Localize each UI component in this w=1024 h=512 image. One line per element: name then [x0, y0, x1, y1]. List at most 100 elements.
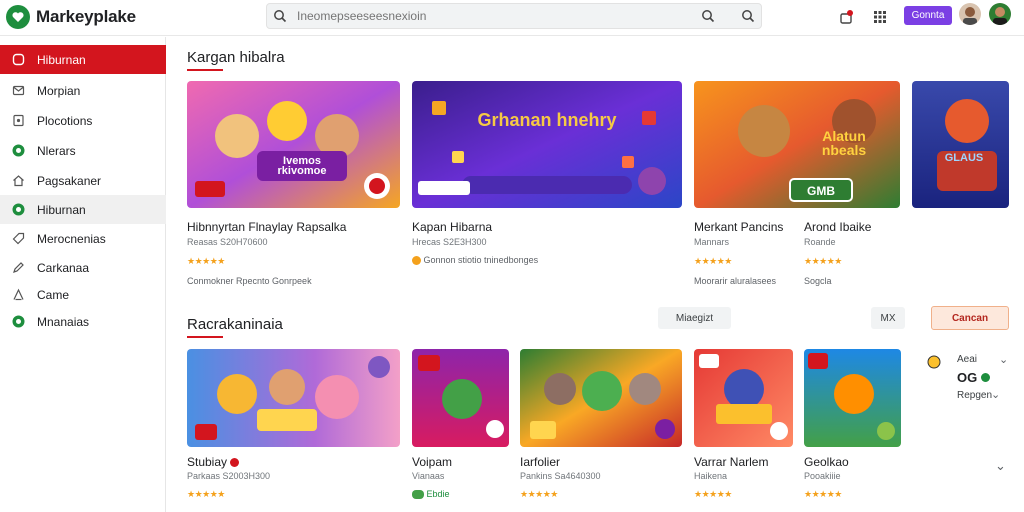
game-thumbnail: [804, 349, 901, 447]
search-input[interactable]: [293, 4, 695, 28]
game-title: Varrar Narlem: [694, 455, 769, 469]
game-meta: Pankins Sa4640300: [520, 471, 601, 481]
avatar[interactable]: [959, 3, 981, 25]
game-meta: Reasas S20H70600: [187, 237, 268, 247]
search-submit-icon[interactable]: [695, 3, 721, 29]
game-card[interactable]: Ivemos rkivomoe Hibnnyrtan Flnaylay Raps…: [187, 81, 400, 291]
chevron-down-icon[interactable]: ⌄: [995, 458, 1006, 474]
panel-label: Aeai: [957, 354, 978, 365]
game-thumbnail: [412, 349, 509, 447]
game-thumbnail: [694, 349, 793, 447]
thumbnail-title: Ivemos rkivomoe: [277, 155, 327, 177]
sidebar-item-carkanaa[interactable]: Carkanaa: [0, 253, 166, 282]
sidebar-item-label: Merocnenias: [37, 231, 106, 246]
panel-value: OG: [957, 370, 978, 385]
apps-grid-icon[interactable]: [870, 7, 890, 27]
sidebar-item-plocotions[interactable]: Plocotions: [0, 106, 166, 135]
game-card[interactable]: Voipam Vianaas Ebdie: [412, 349, 509, 512]
game-title: Iarfolier: [520, 455, 561, 469]
game-meta: Vianaas: [412, 471, 445, 481]
search-icon[interactable]: [267, 3, 293, 29]
game-card[interactable]: Varrar Narlem Haikena ★★★★★: [694, 349, 793, 512]
star-rating: ★★★★★: [804, 489, 842, 499]
game-note: Moorarir aluralasees: [694, 276, 777, 286]
game-thumbnail: Grhanan hnehry: [412, 81, 682, 208]
house-icon: [11, 174, 25, 188]
sidebar-item-merocnenias[interactable]: Merocnenias: [0, 224, 166, 253]
green-tag-icon: [412, 490, 424, 500]
sidebar-item-nlerars[interactable]: Nlerars: [0, 136, 166, 165]
game-card[interactable]: Iarfolier Pankins Sa4640300 ★★★★★: [520, 349, 682, 512]
game-meta: Roande: [804, 237, 836, 247]
game-title: Stubiay: [187, 455, 240, 469]
game-title-text: Stubiay: [187, 455, 228, 469]
section-underline: [187, 69, 223, 71]
game-title: Arond Ibaike: [804, 220, 872, 234]
close-filter-button[interactable]: MX: [871, 307, 905, 329]
sidebar-item-hiburnan-2[interactable]: Hiburnan: [0, 195, 166, 224]
thumbnail-title: Alatun nbeals: [821, 128, 867, 158]
sidebar-item-label: Pagsakaner: [37, 173, 102, 188]
sidebar-item-came[interactable]: Came: [0, 280, 166, 309]
sidebar-item-label: Plocotions: [37, 113, 93, 128]
game-title: Geolkao: [804, 455, 849, 469]
game-card[interactable]: Grhanan hnehry Kapan Hibarna Hrecas S2E3…: [412, 81, 682, 271]
green-badge-icon: [11, 203, 25, 217]
game-thumbnail: Ivemos rkivomoe: [187, 81, 400, 208]
game-thumbnail: GMB Alatun nbeals: [694, 81, 900, 208]
mail-icon: [11, 84, 25, 98]
game-meta: Mannars: [694, 237, 730, 247]
voice-search-icon[interactable]: [735, 3, 761, 29]
live-dot-icon: [230, 458, 240, 468]
panel-link[interactable]: Repgen: [957, 390, 992, 401]
top-bar: Markeyplake Gonnta: [0, 0, 1024, 36]
sidebar-item-morpian[interactable]: Morpian: [0, 76, 166, 105]
chevron-down-icon[interactable]: ⌄: [999, 353, 1008, 366]
sidebar-item-mnanaias[interactable]: Mnanaias: [0, 307, 166, 336]
game-note: Sogcla: [804, 276, 832, 286]
sidebar-item-hiburnan[interactable]: Hiburnan: [0, 45, 166, 74]
sidebar-item-label: Came: [37, 287, 70, 302]
star-rating: ★★★★★: [187, 256, 225, 266]
avatar-secondary[interactable]: [989, 3, 1011, 25]
person-icon: [11, 288, 25, 302]
star-rating: ★★★★★: [520, 489, 558, 499]
game-card[interactable]: GLAUS: [912, 81, 1009, 208]
chevron-down-icon[interactable]: ⌄: [991, 388, 1000, 401]
game-card[interactable]: Stubiay Parkaas S2003H300 ★★★★★: [187, 349, 400, 512]
document-icon: [11, 114, 25, 128]
brand-logo-link[interactable]: Markeyplake: [6, 5, 136, 29]
side-info-panel: Aeai ⌄ OG Repgen ⌄: [913, 348, 1024, 428]
sidebar-item-label: Hiburnan: [37, 202, 86, 217]
star-rating: ★★★★★: [804, 256, 842, 266]
home-icon: [11, 53, 25, 67]
game-thumbnail: [520, 349, 682, 447]
section-title: Racrakaninaia: [187, 316, 283, 333]
sidebar-item-label: Mnanaias: [37, 314, 90, 329]
game-card[interactable]: Geolkao Pooakiiie ★★★★★: [804, 349, 901, 512]
brand-name: Markeyplake: [36, 7, 136, 26]
svg-text:GMB: GMB: [807, 184, 835, 198]
sidebar-item-pagsakaner[interactable]: Pagsakaner: [0, 166, 166, 195]
game-title: Kapan Hibarna: [412, 220, 493, 234]
game-note: Conmokner Rpecnto Gonrpeek: [187, 276, 312, 286]
cancel-button[interactable]: Cancan: [931, 306, 1009, 330]
thumbnail-title: Grhanan hnehry: [477, 110, 617, 130]
section-title: Kargan hibalra: [187, 49, 285, 66]
game-meta: Haikena: [694, 471, 728, 481]
game-badge-text: Ebdie: [426, 489, 450, 499]
filter-button[interactable]: Miaegizt: [658, 307, 731, 329]
sidebar: Hiburnan Morpian Plocotions Nlerars Pags…: [0, 37, 166, 512]
star-rating: ★★★★★: [694, 489, 732, 499]
game-title: Voipam: [412, 455, 453, 469]
game-meta: Pooakiiie: [804, 471, 841, 481]
game-title: Merkant Pancins: [694, 220, 784, 234]
tag-icon: [11, 232, 25, 246]
notifications-icon[interactable]: [836, 7, 856, 27]
header-action-button[interactable]: Gonnta: [904, 6, 952, 25]
sidebar-item-label: Morpian: [37, 83, 81, 98]
game-note: Gonnon stiotio tninedbonges: [412, 255, 538, 266]
game-card-secondary-info[interactable]: Arond Ibaike Roande ★★★★★ Sogcla: [804, 219, 904, 289]
svg-text:GLAUS: GLAUS: [945, 152, 984, 164]
game-meta: Hrecas S2E3H300: [412, 237, 487, 247]
